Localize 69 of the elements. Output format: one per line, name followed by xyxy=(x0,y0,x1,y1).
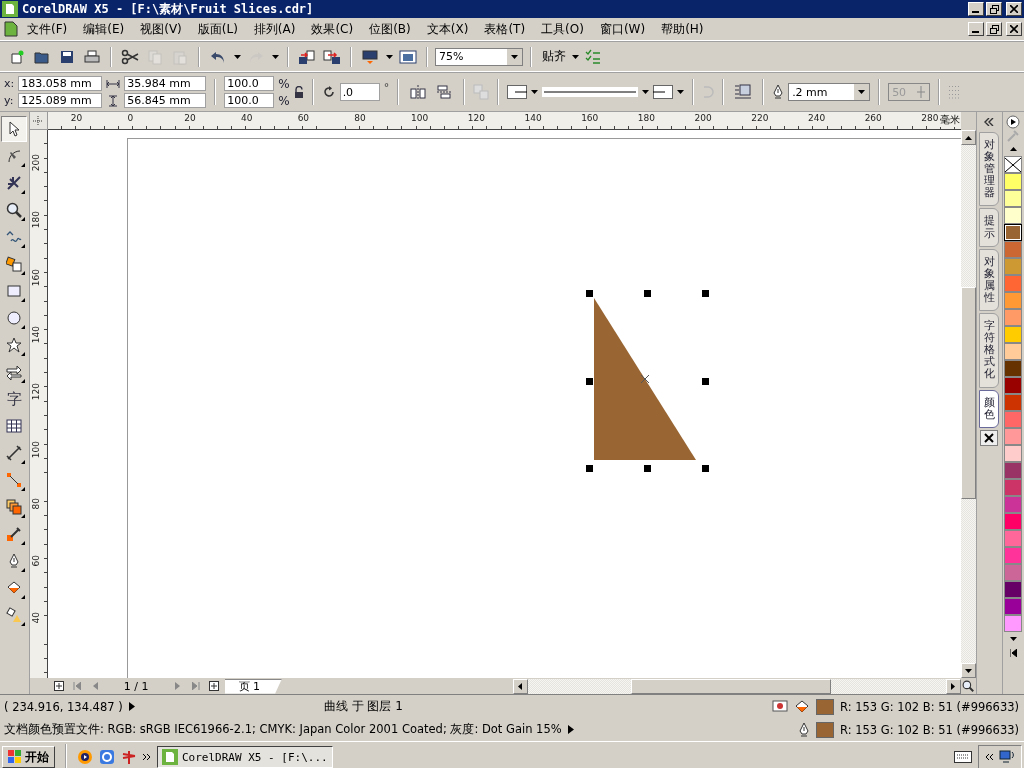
selection-info: 曲线 于 图层 1 xyxy=(322,698,404,715)
ruler-label: 280 xyxy=(921,113,939,123)
ruler-label: 100 xyxy=(411,113,429,123)
page-counter: 1 / 1 xyxy=(122,679,150,693)
color-profile-info: 文档颜色预置文件: RGB: sRGB IEC61966-2.1; CMYK: Japan Color 2001 Coated; 灰度: Dot Gain 15% xyxy=(4,722,562,737)
percent-sign: % xyxy=(278,76,290,91)
docker-tab[interactable]: 颜色 xyxy=(979,389,1000,428)
width-field[interactable]: 35.984 mm xyxy=(124,76,207,91)
menu-item[interactable]: 版面(L) xyxy=(190,18,245,40)
outline-color-value: R: 153 G: 102 B: 51 (#996633) xyxy=(840,722,1020,737)
ruler-label: 160 xyxy=(30,268,41,286)
ruler-label: 20 xyxy=(70,113,83,123)
ruler-label: 200 xyxy=(694,113,712,123)
menu-item[interactable]: 工具(O) xyxy=(534,18,591,40)
ruler-label: 140 xyxy=(30,325,41,344)
height-field[interactable]: 56.845 mm xyxy=(124,93,207,108)
ruler-label: 80 xyxy=(354,113,366,123)
docker-tab[interactable]: 对象管理器 xyxy=(979,132,1000,207)
cursor-coordinates: ( 234.916, 134.487 ) xyxy=(4,699,123,714)
menu-item[interactable]: 文本(X) xyxy=(419,18,476,40)
fill-color-value: R: 153 G: 102 B: 51 (#996633) xyxy=(840,699,1020,714)
tool-button[interactable]: 字 xyxy=(1,386,28,412)
zoom-dropdown[interactable]: 75% xyxy=(435,47,523,66)
ruler-label: 200 xyxy=(30,154,41,172)
ruler-label: 260 xyxy=(864,113,882,123)
ruler-label: 60 xyxy=(30,555,41,567)
page-tab[interactable]: 页 1 xyxy=(224,678,283,694)
degree-sign: ° xyxy=(383,81,390,94)
menu-item[interactable]: 帮助(H) xyxy=(654,18,711,40)
ruler-label: 120 xyxy=(467,113,485,123)
snap-dropdown[interactable]: 贴齐 xyxy=(539,45,582,68)
outline-width-dropdown[interactable]: .2 mm xyxy=(788,83,871,101)
ruler-label: 20 xyxy=(184,113,196,123)
ruler-label: 0 xyxy=(127,113,134,123)
ruler-label: 240 xyxy=(807,113,826,123)
ruler-label: 140 xyxy=(524,113,542,123)
ruler-label: 180 xyxy=(30,211,41,229)
ruler-label: 220 xyxy=(751,113,769,123)
menu-item[interactable]: 效果(C) xyxy=(304,18,361,40)
menu-item[interactable]: 位图(B) xyxy=(362,18,418,40)
ruler-unit: 毫米 xyxy=(939,113,960,127)
x-position-field[interactable]: 183.058 mm xyxy=(18,76,103,91)
ruler-label: 180 xyxy=(637,113,656,123)
rotation-field[interactable]: .0 xyxy=(339,83,380,101)
menu-item[interactable]: 排列(A) xyxy=(246,18,303,40)
ruler-label: 120 xyxy=(30,383,41,401)
menu-item[interactable]: 窗口(W) xyxy=(592,18,653,40)
ruler-label: 60 xyxy=(297,113,310,123)
window-title: CorelDRAW X5 - [F:\素材\Fruit Slices.cdr] xyxy=(22,0,314,18)
ruler-label: 40 xyxy=(240,113,253,123)
percent-sign: % xyxy=(278,93,290,108)
ruler-label: 160 xyxy=(581,113,599,123)
menu-item[interactable]: 编辑(E) xyxy=(76,18,132,40)
menu-item[interactable]: 文件(F) xyxy=(20,18,75,40)
y-label: y: xyxy=(4,94,15,107)
x-label: x: xyxy=(4,77,15,90)
menu-item[interactable]: 表格(T) xyxy=(477,18,533,40)
scale-y-field[interactable]: 100.0 xyxy=(224,93,275,108)
menu-item[interactable]: 视图(V) xyxy=(133,18,189,40)
start-button[interactable]: 开始 xyxy=(2,746,55,768)
docker-tab[interactable]: 对象属性 xyxy=(979,248,1000,312)
taskbar-window-button[interactable]: CorelDRAW X5 - [F:\... xyxy=(157,746,333,768)
y-position-field[interactable]: 125.089 mm xyxy=(18,93,103,108)
scale-x-field[interactable]: 100.0 xyxy=(224,76,275,91)
docker-tab[interactable]: 字符格式化 xyxy=(979,313,1000,388)
ruler-label: 80 xyxy=(30,497,41,510)
ruler-label: 100 xyxy=(30,440,41,458)
docker-tab[interactable]: 提示 xyxy=(979,208,1000,247)
ruler-label: 40 xyxy=(30,612,41,624)
